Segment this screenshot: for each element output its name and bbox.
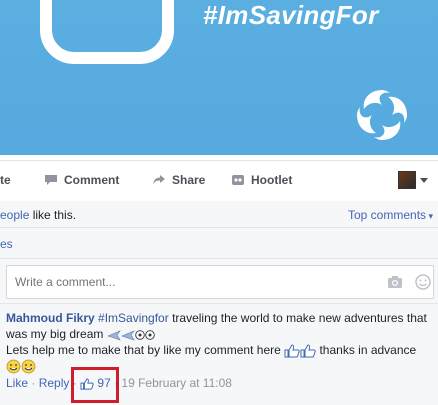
comment-label: Comment [64,173,120,187]
comment-timestamp[interactable]: 19 February at 11:08 [121,376,232,390]
hootlet-icon [232,175,244,185]
comment-hashtag-link[interactable]: #ImSavingfor [98,311,169,325]
brand-logo-icon [357,90,407,140]
comment-reply-link[interactable]: Reply [39,376,70,390]
divider [0,303,438,304]
emoji-icon[interactable] [415,274,431,290]
comment-icon [45,175,57,185]
camera-icon[interactable] [387,275,403,289]
soccer-ball-icon [144,330,155,340]
likes-people-link[interactable]: eople [0,208,29,222]
likes-suffix: like this. [29,208,77,222]
comment-input[interactable] [13,274,357,290]
post-action-bar: te Comment Share Hootlet [0,160,438,202]
hootlet-label: Hootlet [251,173,293,187]
avatar [398,171,416,189]
likes-summary-row: eople like this. Top comments [0,201,438,228]
top-comments-dropdown[interactable]: Top comments [348,208,433,222]
write-comment-box[interactable] [6,265,434,299]
banner-hashtag: #ImSavingFor [203,0,379,30]
smiley-icon [21,359,36,374]
airplane-icon [120,330,135,341]
smiley-icon [6,359,21,374]
comment-button[interactable]: Comment [44,173,119,187]
share-label: Share [172,173,206,187]
airplane-icon [106,330,121,341]
highlight-box [71,367,119,403]
comment-author[interactable]: Mahmoud Fikry [6,311,95,325]
like-label: te [0,173,11,187]
hootlet-button[interactable]: Hootlet [231,173,292,187]
share-button[interactable]: Share [152,173,205,187]
likes-summary: eople like this. [0,208,76,222]
replies-row: es [0,228,438,259]
post-image-banner[interactable]: #ImSavingFor [0,0,438,155]
thumbs-up-icon [300,344,316,358]
like-button[interactable]: te [0,173,11,187]
comment-text-3: thanks in advance [316,343,417,357]
comment-like-link[interactable]: Like [6,376,28,390]
view-replies-link[interactable]: es [0,237,13,251]
share-icon [153,175,165,185]
thumbs-up-icon [284,344,300,358]
app-logo-outline [40,0,174,64]
separator: · [28,376,39,390]
post-as-selector[interactable] [398,171,428,189]
comment-text-2: Lets help me to make that by like my com… [6,343,285,357]
comment-item: Mahmoud Fikry #ImSavingfor traveling the… [6,310,434,374]
soccer-ball-icon [134,330,145,340]
chevron-down-icon [420,177,428,183]
comments-section: eople like this. Top comments es Mahmoud… [0,201,438,405]
